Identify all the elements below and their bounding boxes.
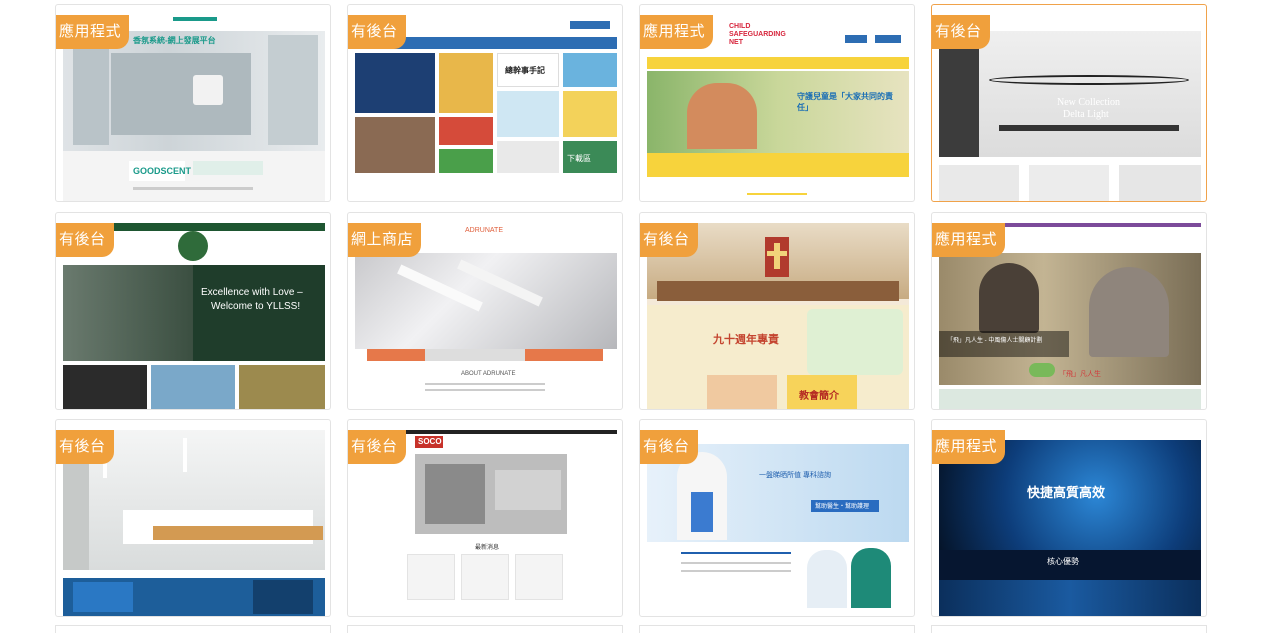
card-headline: SOCO: [418, 437, 442, 446]
card-caption: Excellence with Love –: [201, 287, 303, 298]
card-headline: 核心優勢: [1047, 557, 1079, 566]
card-caption: 一盤睇晒所值 專科諮詢: [759, 472, 831, 479]
card-tag: 有後台: [348, 430, 406, 464]
portfolio-card[interactable]: 有後台 一盤睇晒所值 專科諮詢 幫助醫生・幫助護理: [639, 419, 915, 617]
card-caption: ABOUT ADRUNATE: [461, 371, 516, 377]
card-tag: 有後台: [640, 430, 698, 464]
card-headline: 「飛」凡人生 - 中風傷人士關顧計劃: [947, 338, 1043, 344]
card-tag: 應用程式: [56, 15, 130, 49]
card-caption: 總幹事手記: [505, 66, 545, 75]
portfolio-card[interactable]: 有後台: [55, 419, 331, 617]
portfolio-card[interactable]: 有後台 SOCO 最新消息: [347, 419, 623, 617]
card-caption: CHILD SAFEGUARDING NET: [729, 23, 786, 46]
portfolio-card[interactable]: 有後台 New Collection Delta Light: [931, 4, 1207, 202]
card-tag: 應用程式: [932, 223, 1006, 257]
card-caption: 最新消息: [475, 545, 500, 551]
card-tag: 應用程式: [640, 15, 714, 49]
portfolio-card-partial[interactable]: [931, 625, 1207, 633]
portfolio-card[interactable]: 應用程式 快捷高質高效 核心優勢: [931, 419, 1207, 617]
portfolio-card-partial[interactable]: [639, 625, 915, 633]
card-headline: 教會簡介: [799, 391, 839, 402]
portfolio-card[interactable]: 應用程式 CHILD SAFEGUARDING NET 守護兒童是「大家共同的責…: [639, 4, 915, 202]
card-caption: GOODSCENT: [133, 166, 192, 176]
card-caption: 快捷高質高效: [1027, 485, 1106, 500]
card-tag: 有後台: [56, 430, 114, 464]
card-headline: Welcome to YLLSS!: [211, 301, 301, 312]
card-headline: 幫助醫生・幫助護理: [815, 504, 870, 510]
card-tag: 有後台: [56, 223, 114, 257]
card-tag: 網上商店: [348, 223, 422, 257]
card-caption: 「飛」凡人生: [1059, 371, 1101, 378]
card-headline: ADRUNATE: [465, 227, 503, 234]
portfolio-card[interactable]: 應用程式 「飛」凡人生 - 中風傷人士關顧計劃 「飛」凡人生: [931, 212, 1207, 410]
portfolio-card[interactable]: 有後台 總幹事手記 下載區: [347, 4, 623, 202]
card-headline: 守護兒童是「大家共同的責任」: [797, 92, 893, 112]
portfolio-card[interactable]: 網上商店 ADRUNATE ABOUT ADRUNATE: [347, 212, 623, 410]
card-caption: New Collection: [1057, 97, 1121, 108]
portfolio-card[interactable]: 有後台 Excellence with Love – Welcome to YL…: [55, 212, 331, 410]
portfolio-card[interactable]: 有後台 九十週年專責 教會簡介: [639, 212, 915, 410]
portfolio-card-partial[interactable]: [347, 625, 623, 633]
card-tag: 有後台: [932, 15, 990, 49]
portfolio-card-partial[interactable]: [55, 625, 331, 633]
card-tag: 應用程式: [932, 430, 1006, 464]
card-headline: Delta Light: [1063, 109, 1109, 120]
portfolio-grid: 應用程式 香氛系統-網上發展平台 GOODSCENT 有後台 總幹事手記 下載區…: [0, 0, 1263, 633]
portfolio-card[interactable]: 應用程式 香氛系統-網上發展平台 GOODSCENT: [55, 4, 331, 202]
card-headline: 香氛系統-網上發展平台: [133, 36, 216, 45]
card-caption: 九十週年專責: [713, 334, 779, 346]
card-headline: 下載區: [567, 154, 591, 163]
card-tag: 有後台: [348, 15, 406, 49]
card-tag: 有後台: [640, 223, 698, 257]
